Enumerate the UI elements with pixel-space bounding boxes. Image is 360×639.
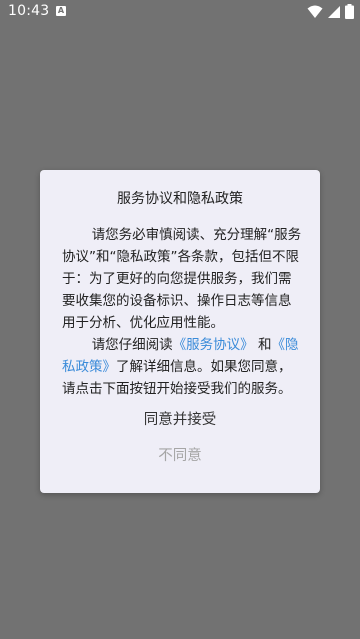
dialog-title: 服务协议和隐私政策 (117, 191, 243, 207)
service-agreement-link[interactable]: 《服务协议》 (173, 337, 254, 353)
status-icons (307, 4, 354, 19)
disagree-button[interactable]: 不同意 (40, 444, 320, 465)
privacy-dialog: 服务协议和隐私政策 请您务必审慎阅读、充分理解“服务协议”和“隐私政策”各条款，… (40, 170, 320, 493)
agree-button[interactable]: 同意并接受 (40, 408, 320, 429)
dialog-body: 请您务必审慎阅读、充分理解“服务协议”和“隐私政策”各条款，包括但不限于：为了更… (62, 224, 302, 400)
status-time: 10:43 (8, 3, 50, 19)
wifi-icon (307, 5, 323, 19)
notification-icon: A (56, 6, 66, 16)
dialog-paragraph-2: 请您仔细阅读《服务协议》 和《隐私政策》了解详细信息。如果您同意，请点击下面按钮… (62, 334, 302, 400)
paragraph-2-prefix: 请您仔细阅读 (91, 337, 173, 353)
paragraph-2-and: 和 (257, 337, 272, 353)
dialog-paragraph-1: 请您务必审慎阅读、充分理解“服务协议”和“隐私政策”各条款，包括但不限于：为了更… (62, 227, 302, 331)
signal-icon (327, 5, 341, 19)
status-bar: 10:43 A (0, 0, 360, 24)
battery-icon (345, 4, 354, 19)
